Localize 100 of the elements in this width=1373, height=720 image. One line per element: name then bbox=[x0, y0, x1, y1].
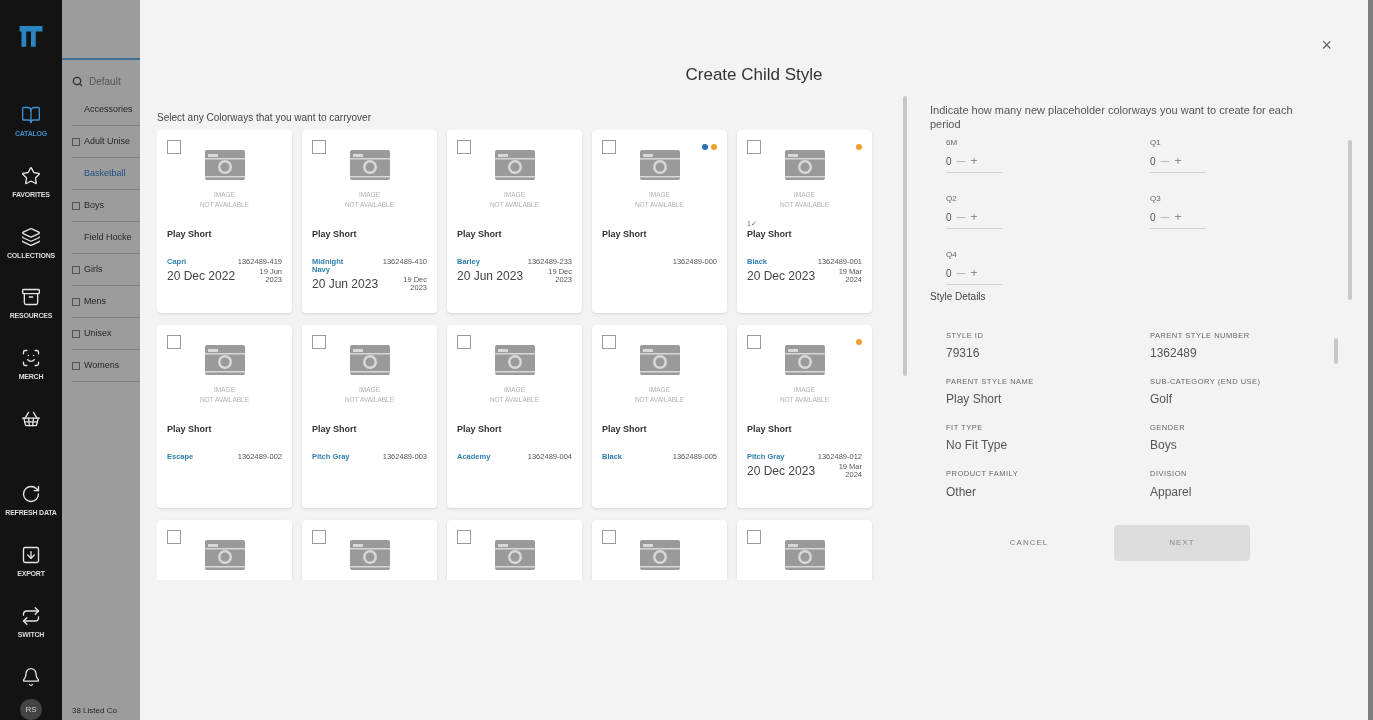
category-item[interactable]: Accessories bbox=[84, 102, 133, 117]
quantity-stepper[interactable]: 0 — + bbox=[946, 262, 1002, 285]
field-value: 1362489 bbox=[1150, 344, 1197, 362]
period-label: Q1 bbox=[1150, 136, 1162, 149]
placeholder-prompt: Indicate how many new placeholder colorways you want to create for each period bbox=[930, 102, 1294, 131]
category-item[interactable]: Boys bbox=[84, 198, 104, 213]
field-value: No Fit Type bbox=[946, 437, 1008, 455]
scan-icon bbox=[21, 348, 41, 369]
style-name: Play Short bbox=[312, 422, 357, 435]
camera-placeholder-icon bbox=[349, 149, 390, 180]
style-name: Play Short bbox=[457, 227, 502, 240]
checkbox[interactable] bbox=[747, 529, 761, 544]
dialog-title: Create Child Style bbox=[684, 64, 824, 86]
checkbox[interactable] bbox=[312, 139, 326, 154]
style-name: Play Short bbox=[747, 227, 792, 240]
style-name: Play Short bbox=[312, 227, 357, 240]
search-icon bbox=[72, 75, 83, 87]
refresh-icon bbox=[21, 484, 41, 505]
checkbox[interactable] bbox=[602, 334, 616, 349]
camera-placeholder-icon bbox=[494, 149, 535, 180]
expand-icon[interactable] bbox=[72, 137, 80, 146]
start-date: 20 Jun 2023 bbox=[457, 267, 524, 285]
checkbox[interactable] bbox=[167, 529, 181, 544]
style-name: Play Short bbox=[747, 422, 792, 435]
checkbox[interactable] bbox=[602, 139, 616, 154]
category-item[interactable]: Womens bbox=[84, 358, 120, 373]
checkbox[interactable] bbox=[747, 334, 761, 349]
camera-placeholder-icon bbox=[639, 539, 680, 570]
camera-placeholder-icon bbox=[639, 149, 680, 180]
camera-placeholder-icon bbox=[784, 539, 825, 570]
camera-placeholder-icon bbox=[349, 539, 390, 570]
quantity-field[interactable]: 0 bbox=[946, 265, 952, 281]
style-name: Play Short bbox=[602, 422, 647, 435]
close-button[interactable]: × bbox=[1321, 36, 1332, 54]
quantity-field[interactable]: 0 bbox=[946, 153, 952, 169]
quantity-stepper[interactable]: 0 — + bbox=[1150, 150, 1206, 173]
field-value: Golf bbox=[1150, 391, 1172, 408]
category-item[interactable]: Unisex bbox=[84, 326, 112, 341]
quantity-stepper[interactable]: 0 — + bbox=[1150, 206, 1206, 229]
scrollbar[interactable] bbox=[1348, 139, 1352, 300]
quantity-field[interactable]: 0 bbox=[1150, 209, 1156, 225]
scrollbar[interactable] bbox=[903, 95, 907, 376]
checkbox[interactable] bbox=[747, 139, 761, 154]
carryover-prompt: Select any Colorways that you want to carryover bbox=[157, 110, 372, 125]
scrollbar[interactable] bbox=[1334, 337, 1338, 364]
style-name: Play Short bbox=[167, 422, 212, 435]
checkbox[interactable] bbox=[602, 529, 616, 544]
book-icon bbox=[21, 104, 41, 125]
camera-placeholder-icon bbox=[784, 149, 825, 180]
expand-icon[interactable] bbox=[72, 297, 80, 306]
start-date: 20 Jun 2023 bbox=[312, 275, 379, 293]
camera-placeholder-icon bbox=[204, 344, 245, 375]
expand-icon[interactable] bbox=[72, 265, 80, 274]
start-date: 20 Dec 2023 bbox=[747, 462, 816, 480]
app-logo bbox=[18, 24, 44, 49]
checkbox[interactable] bbox=[457, 334, 471, 349]
checkbox[interactable] bbox=[312, 529, 326, 544]
quantity-field[interactable]: 0 bbox=[946, 209, 952, 225]
expand-icon[interactable] bbox=[72, 361, 80, 370]
star-icon bbox=[21, 165, 41, 186]
camera-placeholder-icon bbox=[639, 344, 680, 375]
bell-icon bbox=[21, 666, 41, 687]
quantity-stepper[interactable]: 0 — + bbox=[946, 150, 1002, 173]
category-item[interactable]: Field Hocke bbox=[84, 230, 132, 245]
checkbox[interactable] bbox=[457, 529, 471, 544]
camera-placeholder-icon bbox=[204, 149, 245, 180]
checkbox[interactable] bbox=[312, 334, 326, 349]
camera-placeholder-icon bbox=[349, 344, 390, 375]
start-date: 20 Dec 2023 bbox=[747, 267, 816, 285]
tray-icon bbox=[21, 287, 41, 308]
field-value: Play Short bbox=[946, 391, 1002, 408]
field-value: Boys bbox=[1150, 437, 1177, 455]
download-icon bbox=[21, 544, 41, 565]
style-name: Play Short bbox=[167, 227, 212, 240]
checkbox[interactable] bbox=[457, 139, 471, 154]
start-date: 20 Dec 2022 bbox=[167, 267, 236, 285]
quantity-field[interactable]: 0 bbox=[1150, 153, 1156, 169]
camera-placeholder-icon bbox=[494, 539, 535, 570]
expand-icon[interactable] bbox=[72, 201, 80, 210]
category-item[interactable]: Girls bbox=[84, 262, 103, 277]
period-label: 6M bbox=[946, 136, 959, 149]
category-item[interactable]: Adult Unise bbox=[84, 134, 131, 149]
period-label: Q2 bbox=[946, 192, 958, 205]
expand-icon[interactable] bbox=[72, 329, 80, 338]
category-item[interactable]: Mens bbox=[84, 294, 106, 309]
stack-icon bbox=[21, 226, 41, 247]
camera-placeholder-icon bbox=[204, 539, 245, 570]
user-avatar[interactable]: RS bbox=[20, 699, 42, 720]
field-value: Other bbox=[946, 483, 976, 501]
camera-placeholder-icon bbox=[784, 344, 825, 375]
period-label: Q3 bbox=[1150, 192, 1162, 205]
period-label: Q4 bbox=[946, 248, 958, 261]
checkbox[interactable] bbox=[167, 334, 181, 349]
style-name: Play Short bbox=[602, 227, 647, 240]
quantity-stepper[interactable]: 0 — + bbox=[946, 206, 1002, 229]
style-name: Play Short bbox=[457, 422, 502, 435]
listed-count: 38 Listed Co bbox=[72, 705, 118, 717]
checkbox[interactable] bbox=[167, 139, 181, 154]
section-heading: Style Details bbox=[930, 289, 987, 304]
cancel-button[interactable]: CANCEL bbox=[994, 524, 1064, 561]
